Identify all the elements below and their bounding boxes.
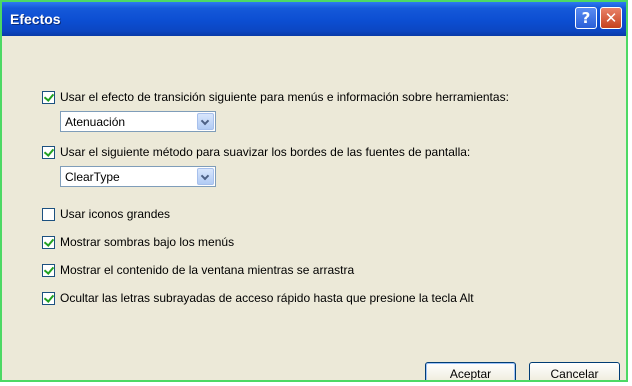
transition-select-value: Atenuación — [65, 115, 126, 129]
checkbox-drag-contents[interactable] — [42, 263, 55, 277]
title-bar[interactable]: Efectos ? ✕ — [2, 2, 626, 36]
help-button[interactable]: ? — [575, 7, 597, 29]
option-font-smoothing[interactable]: Usar el siguiente método para suavizar l… — [42, 144, 470, 160]
transition-select[interactable]: Atenuación — [60, 111, 216, 132]
cancel-button-label: Cancelar — [550, 366, 599, 381]
window-title: Efectos — [10, 11, 61, 27]
smoothing-select[interactable]: ClearType — [60, 166, 216, 187]
option-drag-contents[interactable]: Mostrar el contenido de la ventana mient… — [42, 262, 354, 278]
ok-button[interactable]: Aceptar — [425, 362, 516, 381]
close-button[interactable]: ✕ — [600, 7, 622, 29]
cancel-button[interactable]: Cancelar — [529, 362, 620, 381]
option-label: Ocultar las letras subrayadas de acceso … — [60, 291, 474, 305]
option-large-icons[interactable]: Usar iconos grandes — [42, 206, 170, 222]
help-icon: ? — [581, 9, 591, 27]
close-icon: ✕ — [604, 9, 618, 27]
effects-dialog: Efectos ? ✕ Usar el efecto de transición… — [0, 0, 628, 382]
option-hide-underlines[interactable]: Ocultar las letras subrayadas de acceso … — [42, 290, 474, 306]
chevron-down-icon[interactable] — [197, 113, 214, 130]
dialog-content: Usar el efecto de transición siguiente p… — [2, 36, 626, 380]
checkbox-transition-effect[interactable] — [42, 90, 55, 104]
option-transition-effect[interactable]: Usar el efecto de transición siguiente p… — [42, 89, 509, 105]
option-menu-shadows[interactable]: Mostrar sombras bajo los menús — [42, 234, 234, 250]
checkbox-font-smoothing[interactable] — [42, 145, 55, 159]
smoothing-select-value: ClearType — [65, 170, 120, 184]
option-label: Mostrar sombras bajo los menús — [60, 235, 235, 249]
option-label: Usar el efecto de transición siguiente p… — [60, 90, 509, 104]
ok-button-label: Aceptar — [449, 366, 492, 381]
checkbox-menu-shadows[interactable] — [42, 235, 55, 249]
option-label: Usar el siguiente método para suavizar l… — [60, 145, 471, 159]
checkbox-hide-underlines[interactable] — [42, 291, 55, 305]
option-label: Mostrar el contenido de la ventana mient… — [60, 263, 355, 277]
chevron-down-icon[interactable] — [197, 168, 214, 185]
option-label: Usar iconos grandes — [60, 207, 171, 221]
checkbox-large-icons[interactable] — [42, 207, 55, 221]
